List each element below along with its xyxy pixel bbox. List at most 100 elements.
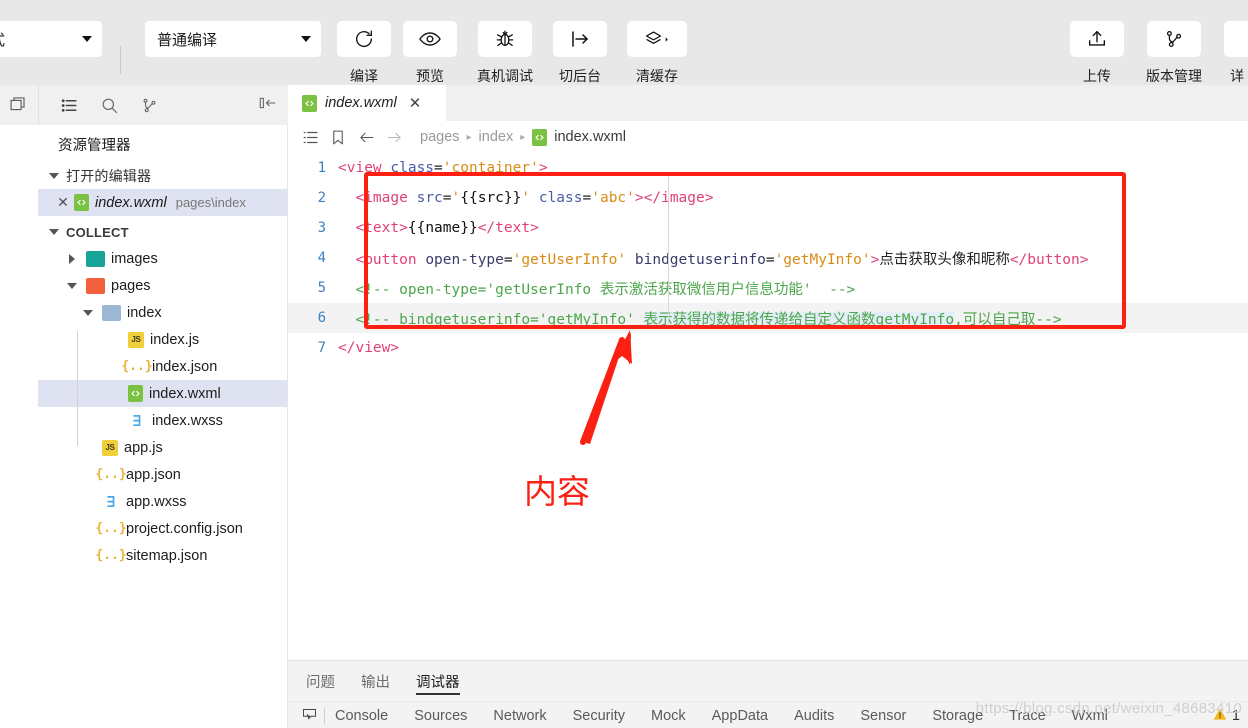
version-control-button[interactable]: 版本管理 [1146, 0, 1202, 86]
upload-label: 上传 [1083, 68, 1111, 84]
open-editor-path: pages\index [175, 195, 246, 210]
breadcrumb-separator: ▸ [520, 131, 526, 143]
line-number: 4 [317, 250, 326, 266]
tree-item-images[interactable]: images [38, 245, 287, 272]
tree-item-label: index [127, 304, 162, 321]
tree-item-pages[interactable]: pages [38, 272, 287, 299]
refresh-icon [337, 21, 391, 57]
folder-images-icon [86, 250, 105, 267]
chevron-down-icon [80, 309, 96, 316]
tree-item-label: app.js [124, 439, 163, 456]
search-icon[interactable] [89, 85, 129, 125]
back-arrow-icon[interactable] [352, 129, 380, 146]
tree-item-index-js[interactable]: JS index.js [38, 326, 287, 353]
tree-item-project-config-json[interactable]: {..} project.config.json [38, 515, 287, 542]
devtools-tab-mock[interactable]: Mock [651, 708, 686, 724]
wxml-file-icon [128, 385, 143, 402]
watermark: https://blog.csdn.net/weixin_48683410 [975, 700, 1242, 717]
tree-item-index-json[interactable]: {..} index.json [38, 353, 287, 380]
code-line: 7 </view> [288, 333, 1248, 363]
forward-arrow-icon[interactable] [380, 129, 408, 146]
breadcrumb-crumb-pages[interactable]: pages [420, 129, 460, 145]
tab-debugger-label: 调试器 [416, 674, 460, 691]
editor-tab-index-wxml[interactable]: index.wxml ✕ [288, 85, 446, 121]
line-text: <view class='container'> [338, 160, 548, 176]
explorer-list-icon[interactable] [49, 85, 89, 125]
wxss-file-icon: ∃ [132, 411, 142, 430]
devtools-tab-console[interactable]: Console [335, 708, 388, 724]
wxml-file-icon [302, 94, 317, 112]
tree-item-sitemap-json[interactable]: {..} sitemap.json [38, 542, 287, 569]
chevron-down-icon [301, 36, 311, 42]
devtools-tab-appdata[interactable]: AppData [712, 708, 768, 724]
source-control-icon[interactable] [129, 85, 169, 125]
breadcrumb-crumb-index[interactable]: index [479, 129, 514, 145]
details-icon [1224, 21, 1248, 57]
editor-tab-label: index.wxml [325, 95, 397, 111]
code-line: 3 <text>{{name}}</text> [288, 213, 1248, 243]
close-icon[interactable]: ✕ [52, 194, 74, 211]
tree-item-index-wxss[interactable]: ∃ index.wxss [38, 407, 287, 434]
tree-item-label: app.wxss [126, 493, 187, 510]
compile-button[interactable]: 编译 [337, 0, 391, 86]
git-branch-icon [1147, 21, 1201, 57]
tree-item-label: index.json [152, 358, 218, 375]
open-editor-item-index-wxml[interactable]: ✕ index.wxml pages\index [38, 189, 287, 216]
close-icon[interactable]: ✕ [409, 94, 422, 112]
breadcrumb: pages ▸ index ▸ index.wxml [288, 121, 1248, 153]
line-number: 5 [317, 280, 326, 296]
mode-select[interactable]: 式 [0, 21, 102, 57]
tab-debugger[interactable]: 调试器 [416, 661, 460, 701]
tree-item-app-wxss[interactable]: ∃ app.wxss [38, 488, 287, 515]
tab-problems[interactable]: 问题 [306, 661, 335, 701]
open-editors-section[interactable]: 打开的编辑器 [38, 163, 287, 189]
devtools-tab-sources[interactable]: Sources [414, 708, 467, 724]
chevron-down-icon [64, 282, 80, 289]
collapse-sidebar-icon[interactable] [258, 94, 288, 117]
details-button[interactable]: 详 [1224, 0, 1248, 86]
toolbar-divider [120, 46, 121, 74]
switch-background-button[interactable]: 切后台 [553, 0, 607, 86]
code-content[interactable]: 1 <view class='container'> 2 <image src=… [288, 153, 1248, 653]
preview-button[interactable]: 预览 [403, 0, 457, 86]
panel-toggle-icon[interactable] [0, 95, 38, 115]
bookmark-icon[interactable] [324, 129, 352, 146]
project-section-collect[interactable]: COLLECT [38, 219, 287, 245]
devtools-tab-security[interactable]: Security [573, 708, 625, 724]
breadcrumb-file[interactable]: index.wxml [554, 129, 626, 145]
details-label: 详 [1230, 68, 1244, 84]
compile-select-value: 普通编译 [157, 31, 218, 49]
line-number: 2 [317, 190, 326, 206]
inspect-element-icon[interactable] [296, 708, 322, 723]
devtools-tab-sensor[interactable]: Sensor [860, 708, 906, 724]
compile-select[interactable]: 普通编译 [145, 21, 321, 57]
tree-item-app-js[interactable]: JS app.js [38, 434, 287, 461]
wxml-file-icon [532, 128, 548, 146]
tree-item-app-json[interactable]: {..} app.json [38, 461, 287, 488]
line-number: 3 [317, 220, 326, 236]
outline-icon[interactable] [296, 129, 324, 146]
clear-cache-button[interactable]: 清缓存 [627, 0, 687, 86]
mode-select-value: 式 [0, 29, 5, 50]
line-text: <image src='{{src}}' class='abc'></image… [355, 190, 714, 206]
devtools-tab-audits[interactable]: Audits [794, 708, 834, 724]
json-file-icon: {..} [95, 467, 127, 482]
real-device-debug-button[interactable]: 真机调试 [477, 0, 533, 86]
activity-bar-strip [0, 125, 38, 728]
tree-item-index-folder[interactable]: index [38, 299, 287, 326]
code-line: 1 <view class='container'> [288, 153, 1248, 183]
devtools-tab-network[interactable]: Network [493, 708, 546, 724]
tab-output[interactable]: 输出 [361, 661, 390, 701]
tree-item-label: images [111, 250, 158, 267]
real-device-debug-label: 真机调试 [477, 68, 533, 84]
upload-icon [1070, 21, 1124, 57]
line-text: </view> [338, 340, 400, 356]
annotation-label: 内容 [524, 472, 590, 511]
bottom-panel-tabs: 问题 输出 调试器 [288, 661, 1248, 701]
activity-bar [0, 85, 288, 125]
upload-button[interactable]: 上传 [1070, 0, 1124, 86]
tree-indent-guide [77, 331, 78, 446]
chevron-right-icon [64, 253, 80, 264]
line-number: 1 [317, 160, 326, 176]
tree-item-index-wxml[interactable]: index.wxml [38, 380, 287, 407]
